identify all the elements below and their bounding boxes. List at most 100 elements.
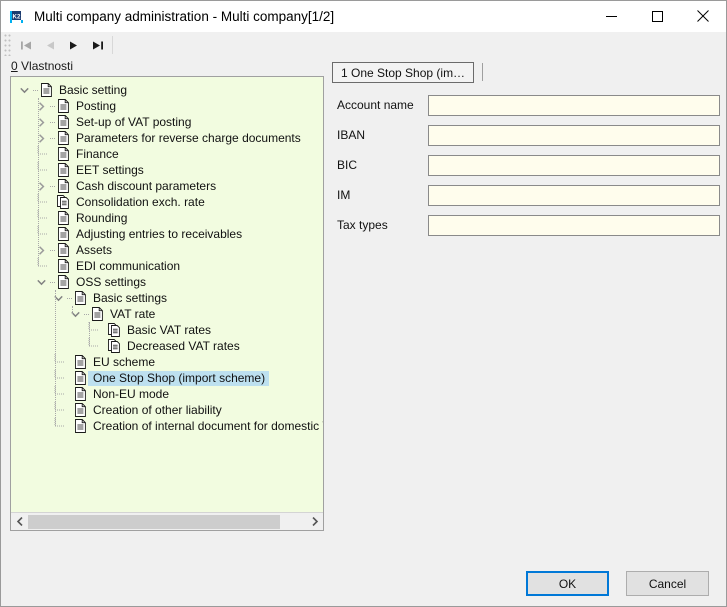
- tree-item-non-eu-mode[interactable]: Non-EU mode: [11, 386, 323, 402]
- ok-button[interactable]: OK: [526, 571, 609, 596]
- tree-item-assets[interactable]: Assets: [11, 242, 323, 258]
- tree-guide-line: [89, 322, 90, 346]
- tree-connector: [49, 114, 56, 130]
- document-icon: [56, 226, 71, 242]
- tree-hook-icon: [33, 162, 49, 178]
- properties-accesskey: 0: [11, 59, 18, 73]
- tree-connector: [49, 258, 56, 274]
- tree-connector: [49, 210, 56, 226]
- document-icon: [56, 274, 71, 290]
- cancel-button[interactable]: Cancel: [626, 571, 709, 596]
- document-icon: [73, 370, 88, 386]
- minimize-icon[interactable]: [588, 1, 634, 31]
- scroll-right-icon[interactable]: [306, 514, 323, 530]
- chevron-down-icon[interactable]: [67, 306, 83, 322]
- tree-item-consolidation-exch-rate[interactable]: Consolidation exch. rate: [11, 194, 323, 210]
- dialog-window: K2 Multi company administration - Multi …: [0, 0, 727, 607]
- tree-item-vat-rate[interactable]: VAT rate: [11, 306, 323, 322]
- k2-app-icon: K2: [10, 9, 26, 25]
- document-icon: [73, 418, 88, 434]
- tab-strip: 1 One Stop Shop (im…: [332, 61, 483, 83]
- dialog-footer: OK Cancel: [1, 564, 726, 606]
- tree-item-label: Finance: [71, 147, 123, 162]
- close-icon[interactable]: [680, 1, 726, 31]
- tree-connector: [83, 306, 90, 322]
- tree-connector: [66, 386, 73, 402]
- tree-item-rounding[interactable]: Rounding: [11, 210, 323, 226]
- chevron-right-icon[interactable]: [33, 130, 49, 146]
- document-icon: [56, 130, 71, 146]
- tree-item-label: VAT rate: [105, 307, 159, 322]
- tree-connector: [49, 178, 56, 194]
- tree-hook-icon: [50, 370, 66, 386]
- iban-input[interactable]: [428, 125, 720, 146]
- tree-item-basic-setting[interactable]: Basic setting: [11, 82, 323, 98]
- tree-item-basic-vat-rates[interactable]: Basic VAT rates: [11, 322, 323, 338]
- dialog-content: 0 Vlastnosti Basic settingPostingSet-up …: [1, 58, 726, 564]
- properties-tree[interactable]: Basic settingPostingSet-up of VAT postin…: [11, 77, 323, 434]
- scroll-left-icon[interactable]: [11, 514, 28, 530]
- tree-connector: [66, 354, 73, 370]
- bic-label: BIC: [332, 158, 428, 172]
- chevron-right-icon[interactable]: [33, 178, 49, 194]
- tree-item-decreased-vat-rates[interactable]: Decreased VAT rates: [11, 338, 323, 354]
- tree-item-posting[interactable]: Posting: [11, 98, 323, 114]
- tab-one-stop-shop[interactable]: 1 One Stop Shop (im…: [332, 62, 474, 83]
- tree-connector: [49, 194, 56, 210]
- tree-item-creation-of-internal-document-for-domestic-vat[interactable]: Creation of internal document for domest…: [11, 418, 323, 434]
- tree-item-cash-discount-parameters[interactable]: Cash discount parameters: [11, 178, 323, 194]
- document-icon: [56, 258, 71, 274]
- tree-hook-icon: [33, 258, 49, 274]
- tree-connector: [32, 82, 39, 98]
- next-record-icon[interactable]: [62, 34, 86, 56]
- tree-item-finance[interactable]: Finance: [11, 146, 323, 162]
- toolbar-grip[interactable]: [4, 34, 11, 56]
- tree-horizontal-scrollbar[interactable]: [11, 512, 323, 530]
- account-name-input[interactable]: [428, 95, 720, 116]
- maximize-icon[interactable]: [634, 1, 680, 31]
- tax-types-input[interactable]: [428, 215, 720, 236]
- chevron-down-icon[interactable]: [50, 290, 66, 306]
- document-icon: [73, 290, 88, 306]
- tree-hook-icon: [33, 194, 49, 210]
- scrollbar-thumb[interactable]: [28, 515, 280, 529]
- tree-connector: [66, 290, 73, 306]
- tree-item-set-up-of-vat-posting[interactable]: Set-up of VAT posting: [11, 114, 323, 130]
- tree-hook-icon: [33, 146, 49, 162]
- ok-button-label: OK: [559, 577, 576, 591]
- document-icon: [56, 162, 71, 178]
- tree-hook-icon: [33, 226, 49, 242]
- tree-item-label: Creation of other liability: [88, 403, 226, 418]
- detail-pane: 1 One Stop Shop (im… Account nameIBANBIC…: [332, 58, 720, 564]
- chevron-right-icon[interactable]: [33, 114, 49, 130]
- tab-label: 1 One Stop Shop (im…: [341, 66, 465, 80]
- tree-item-parameters-for-reverse-charge-documents[interactable]: Parameters for reverse charge documents: [11, 130, 323, 146]
- tree-item-edi-communication[interactable]: EDI communication: [11, 258, 323, 274]
- tree-item-adjusting-entries-to-receivables[interactable]: Adjusting entries to receivables: [11, 226, 323, 242]
- chevron-right-icon[interactable]: [33, 242, 49, 258]
- chevron-down-icon[interactable]: [33, 274, 49, 290]
- scrollbar-track[interactable]: [28, 514, 306, 530]
- im-input[interactable]: [428, 185, 720, 206]
- tree-item-oss-settings[interactable]: OSS settings: [11, 274, 323, 290]
- tree-guide-line: [55, 290, 56, 426]
- bic-input[interactable]: [428, 155, 720, 176]
- tree-item-eet-settings[interactable]: EET settings: [11, 162, 323, 178]
- tree-item-label: OSS settings: [71, 275, 150, 290]
- tree-item-eu-scheme[interactable]: EU scheme: [11, 354, 323, 370]
- tree-item-basic-settings[interactable]: Basic settings: [11, 290, 323, 306]
- properties-label: 0 Vlastnosti: [10, 58, 324, 76]
- tree-hook-icon: [33, 210, 49, 226]
- document-icon: [56, 242, 71, 258]
- document-icon: [90, 306, 105, 322]
- last-record-icon[interactable]: [86, 34, 110, 56]
- tree-item-creation-of-other-liability[interactable]: Creation of other liability: [11, 402, 323, 418]
- tree-item-one-stop-shop-import-scheme[interactable]: One Stop Shop (import scheme): [11, 370, 323, 386]
- chevron-down-icon[interactable]: [16, 82, 32, 98]
- window-controls: [588, 1, 726, 31]
- tree-item-label: EU scheme: [88, 355, 159, 370]
- chevron-right-icon[interactable]: [33, 98, 49, 114]
- document-icon: [73, 402, 88, 418]
- field-row-bic: BIC: [332, 150, 720, 180]
- tree-connector: [66, 418, 73, 434]
